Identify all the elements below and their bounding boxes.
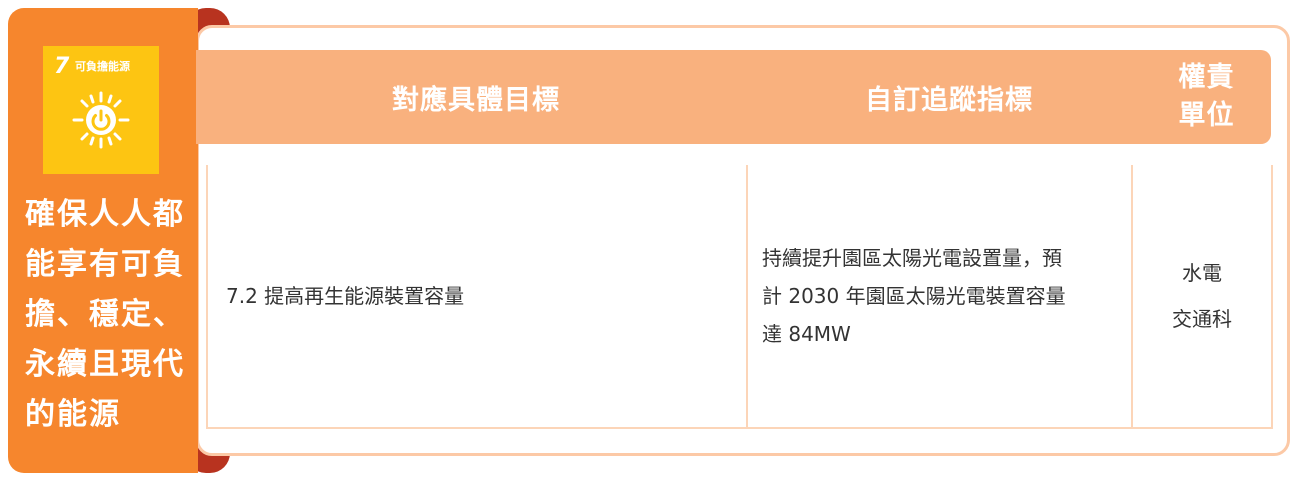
header-target: 對應具體目標 [392, 84, 560, 116]
sdg-7-badge: 7 可負擔能源 [43, 46, 159, 174]
goal-title: 確保人人都能享有可負擔、穩定、永續且現代的能源 [25, 197, 185, 432]
cell-indicator: 持續提升園區太陽光電設置量，預 計 2030 年園區太陽光電裝置容量 達 84M… [762, 246, 1066, 346]
sun-power-icon [72, 91, 130, 149]
sdg-number: 7 [54, 54, 70, 79]
table-header: 對應具體目標 自訂追蹤指標 權責 單位 [196, 50, 1271, 144]
cell-target: 7.2 提高再生能源裝置容量 [226, 284, 465, 308]
goal-panel: 7 可負擔能源 確保人人都能享有可負擔、穩定、永續且現代的能源 [8, 8, 198, 473]
cell-responsible-unit: 水電 交通科 [1172, 261, 1232, 331]
header-responsible-unit: 權責 單位 [1178, 62, 1235, 131]
column-divider [746, 165, 748, 427]
sdg-name: 可負擔能源 [75, 60, 130, 73]
table-row: 7.2 提高再生能源裝置容量 持續提升園區太陽光電設置量，預 計 2030 年園… [206, 165, 1273, 429]
header-indicator: 自訂追蹤指標 [865, 84, 1033, 116]
